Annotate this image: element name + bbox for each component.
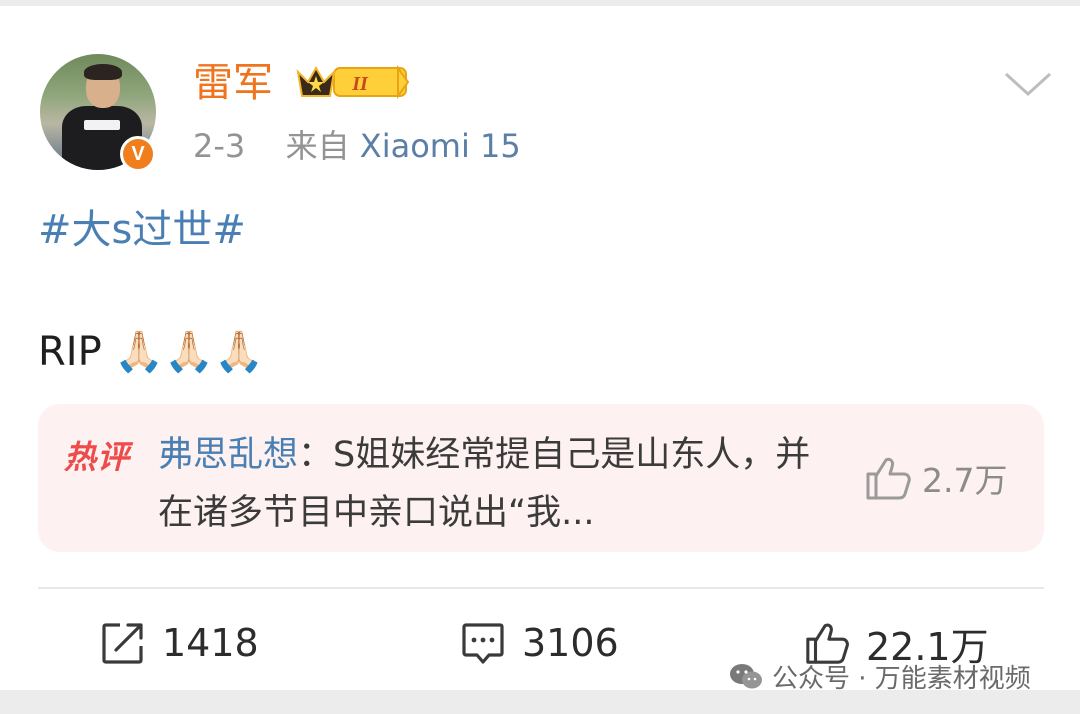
- hot-comment-tag: 热评: [64, 438, 131, 476]
- comment-button[interactable]: 3106: [460, 616, 619, 670]
- username[interactable]: 雷军: [193, 58, 273, 108]
- comment-icon: [462, 623, 504, 664]
- comment-count: 3106: [522, 621, 619, 665]
- repost-icon: [102, 623, 143, 664]
- source-prefix: 来自: [285, 127, 350, 165]
- source-device[interactable]: Xiaomi 15: [360, 127, 521, 165]
- comment-separator: ：: [298, 435, 334, 475]
- divider: [38, 587, 1044, 589]
- post-text: RIP 🙏🏻🙏🏻🙏🏻: [38, 329, 264, 375]
- repost-count: 1418: [162, 621, 259, 665]
- hot-comment-text: 弗思乱想：S姐妹经常提自己是山东人，并在诸多节目中亲口说出“我...: [158, 426, 838, 542]
- thumbs-up-icon: [866, 457, 911, 500]
- crown-badge-icon[interactable]: II: [294, 62, 410, 102]
- verified-v-icon: V: [120, 136, 156, 172]
- watermark-text: 公众号 · 万能素材视频: [772, 664, 1031, 694]
- repost-button[interactable]: 1418: [100, 616, 259, 670]
- wechat-icon: [730, 663, 762, 688]
- chevron-down-icon[interactable]: [1002, 68, 1054, 100]
- weibo-post-card: V 雷军 II 2-3 来自 Xiaomi 15 #大s过世# RIP 🙏🏻🙏🏻…: [0, 6, 1080, 694]
- hashtag-link[interactable]: #大s过世#: [38, 204, 246, 256]
- hot-comment-like-button[interactable]: 2.7万: [864, 454, 1007, 502]
- avatar[interactable]: V: [40, 54, 156, 172]
- hot-comment-like-count: 2.7万: [922, 461, 1008, 500]
- post-date: 2-3: [193, 127, 246, 165]
- vip-level: II: [351, 73, 369, 95]
- watermark: 公众号 · 万能素材视频: [728, 658, 1031, 695]
- hot-comment-box[interactable]: 热评 弗思乱想：S姐妹经常提自己是山东人，并在诸多节目中亲口说出“我... 2.…: [38, 404, 1044, 552]
- commenter-name[interactable]: 弗思乱想: [158, 435, 298, 475]
- post-meta: 2-3 来自 Xiaomi 15: [193, 124, 521, 168]
